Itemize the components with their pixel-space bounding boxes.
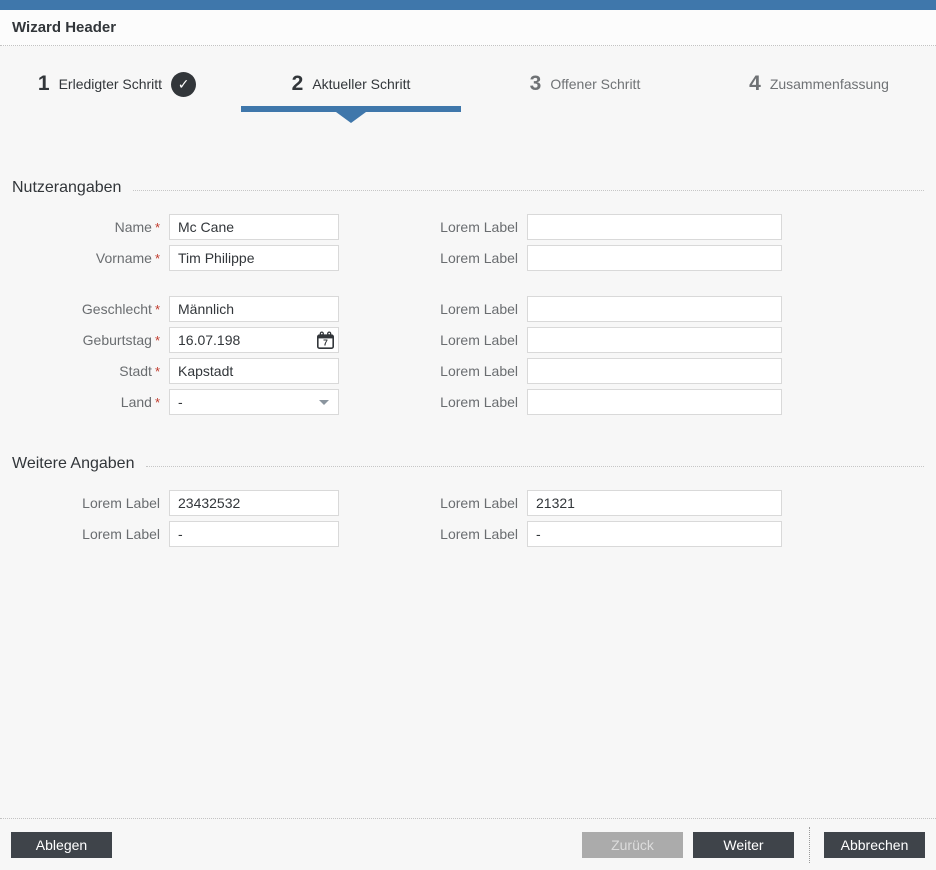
lorem-label-4: Lorem Label [348, 327, 518, 353]
name-input[interactable] [169, 214, 339, 240]
lorem-label-5: Lorem Label [348, 358, 518, 384]
name-label: Name* [12, 214, 160, 240]
wizard-progress-navigator: 1 Erledigter Schritt ✓ 2 Aktueller Schri… [0, 46, 936, 124]
step-completed-check-icon: ✓ [171, 72, 196, 97]
weitere-lorem-label-2: Lorem Label [348, 490, 518, 516]
lorem-label-2: Lorem Label [348, 245, 518, 271]
required-asterisk: * [155, 220, 160, 235]
form-group-2: Geschlecht* Lorem Label Geburtstag* 7 Lo [12, 296, 924, 415]
ablegen-button[interactable]: Ablegen [11, 832, 112, 858]
section-divider-line [133, 190, 924, 191]
land-label: Land* [12, 389, 160, 415]
abbrechen-button[interactable]: Abbrechen [824, 832, 925, 858]
step-2-number: 2 [292, 72, 304, 96]
form-content: Nutzerangaben Name* Lorem Label Vorname*… [0, 178, 936, 547]
top-accent-bar [0, 0, 936, 10]
lorem-label-6: Lorem Label [348, 389, 518, 415]
step-3-number: 3 [530, 72, 542, 96]
weitere-lorem-label-3: Lorem Label [12, 521, 160, 547]
weitere-input-2[interactable] [527, 490, 782, 516]
required-asterisk: * [155, 302, 160, 317]
form-group-3: Lorem Label Lorem Label Lorem Label Lore… [12, 490, 924, 547]
vorname-label: Vorname* [12, 245, 160, 271]
lorem-label-3: Lorem Label [348, 296, 518, 322]
weitere-input-4[interactable] [527, 521, 782, 547]
step-2-aktueller-schritt[interactable]: 2 Aktueller Schritt [234, 62, 468, 124]
weitere-input-3[interactable] [169, 521, 339, 547]
section-title: Nutzerangaben [12, 179, 121, 197]
dropdown-arrow-icon [319, 400, 329, 405]
current-step-arrow-icon [336, 112, 366, 123]
required-asterisk: * [155, 251, 160, 266]
vorname-input[interactable] [169, 245, 339, 271]
wizard-footer-bar: Ablegen Zurück Weiter Abbrechen [0, 818, 936, 870]
step-4-zusammenfassung[interactable]: 4 Zusammenfassung [702, 62, 936, 124]
land-selected-value: - [178, 394, 183, 410]
geburtstag-label: Geburtstag* [12, 327, 160, 353]
stadt-label: Stadt* [12, 358, 160, 384]
required-asterisk: * [155, 333, 160, 348]
step-1-label: Erledigter Schritt [59, 76, 162, 92]
lorem-input-3[interactable] [527, 296, 782, 322]
lorem-input-6[interactable] [527, 389, 782, 415]
lorem-input-2[interactable] [527, 245, 782, 271]
geschlecht-input[interactable] [169, 296, 339, 322]
land-select[interactable]: - [169, 389, 339, 415]
step-4-label: Zusammenfassung [770, 76, 889, 92]
step-3-offener-schritt[interactable]: 3 Offener Schritt [468, 62, 702, 124]
lorem-input-4[interactable] [527, 327, 782, 353]
weitere-input-1[interactable] [169, 490, 339, 516]
page-title: Wizard Header [12, 19, 116, 36]
weiter-button[interactable]: Weiter [693, 832, 794, 858]
footer-divider [809, 827, 810, 863]
geschlecht-label: Geschlecht* [12, 296, 160, 322]
step-1-number: 1 [38, 72, 50, 96]
stadt-input[interactable] [169, 358, 339, 384]
svg-text:7: 7 [323, 337, 328, 347]
current-step-indicator [241, 106, 461, 112]
step-3-label: Offener Schritt [550, 76, 640, 92]
zurueck-button[interactable]: Zurück [582, 832, 683, 858]
section-title: Weitere Angaben [12, 455, 134, 473]
weitere-lorem-label-1: Lorem Label [12, 490, 160, 516]
lorem-input-5[interactable] [527, 358, 782, 384]
section-header-nutzerangaben: Nutzerangaben [12, 178, 924, 198]
section-divider-line [146, 466, 924, 467]
section-header-weitere-angaben: Weitere Angaben [12, 454, 924, 474]
calendar-icon[interactable]: 7 [314, 329, 336, 351]
weitere-lorem-label-4: Lorem Label [348, 521, 518, 547]
step-1-erledigter-schritt[interactable]: 1 Erledigter Schritt ✓ [0, 62, 234, 124]
step-2-label: Aktueller Schritt [312, 76, 410, 92]
lorem-label-1: Lorem Label [348, 214, 518, 240]
step-4-number: 4 [749, 72, 761, 96]
lorem-input-1[interactable] [527, 214, 782, 240]
wizard-header: Wizard Header [0, 10, 936, 46]
required-asterisk: * [155, 364, 160, 379]
form-group-1: Name* Lorem Label Vorname* Lorem Label [12, 214, 924, 271]
wizard-page: Wizard Header 1 Erledigter Schritt ✓ 2 A… [0, 0, 936, 870]
required-asterisk: * [155, 395, 160, 410]
